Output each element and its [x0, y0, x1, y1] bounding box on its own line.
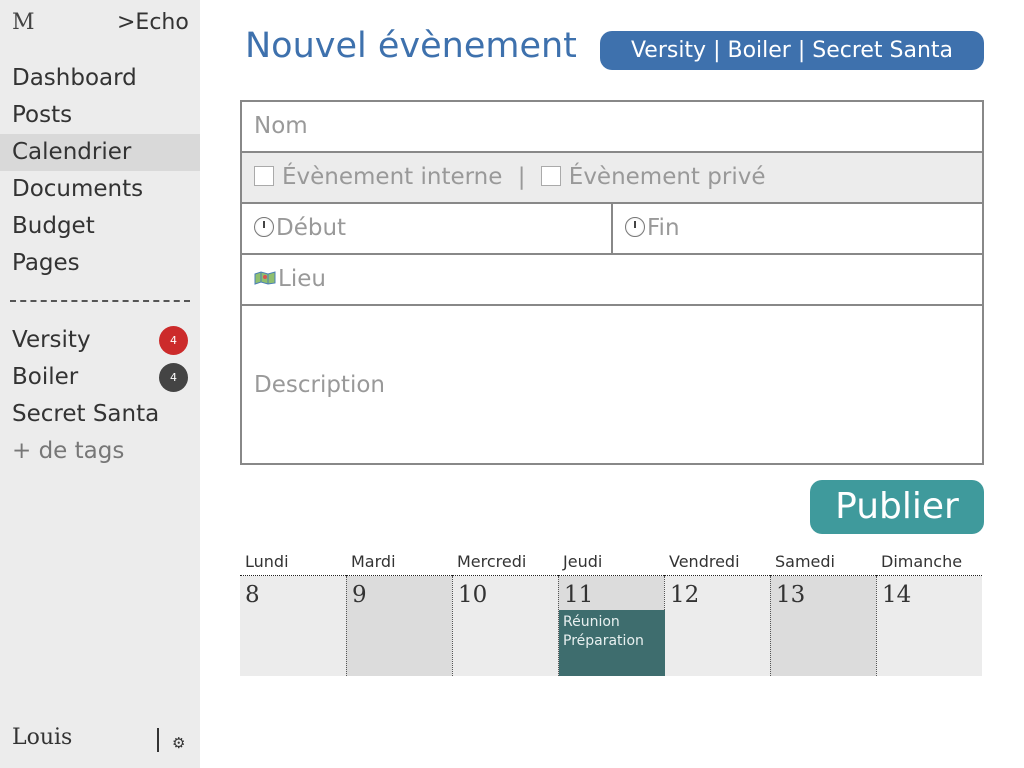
- sidebar: M >Echo Dashboard Posts Calendrier Docum…: [0, 0, 200, 768]
- calendar-day-samedi: Samedi 13: [770, 548, 876, 678]
- day-header: Mercredi: [452, 548, 558, 576]
- app-brand[interactable]: >Echo: [117, 10, 189, 35]
- date-separator: [611, 204, 613, 253]
- day-header: Lundi: [240, 548, 346, 576]
- event-title-line1: Réunion: [563, 614, 620, 630]
- name-input[interactable]: Nom: [254, 102, 308, 151]
- week-calendar: Lundi 8 Mardi 9 Mercredi 10 Jeudi 11 Ven…: [240, 548, 984, 678]
- gear-icon[interactable]: ⚙: [172, 734, 185, 752]
- options-row: Évènement interne | Évènement privé: [242, 153, 982, 204]
- calendar-day-mercredi: Mercredi 10: [452, 548, 558, 678]
- sidebar-tag-secret-santa[interactable]: Secret Santa: [0, 396, 200, 433]
- tag-label: Versity: [12, 327, 91, 353]
- day-header: Jeudi: [558, 548, 664, 576]
- description-input[interactable]: Description: [254, 361, 385, 410]
- user-name[interactable]: Louis: [12, 725, 72, 750]
- day-number: 12: [670, 582, 700, 608]
- day-header: Dimanche: [876, 548, 982, 576]
- options-separator: |: [517, 164, 526, 190]
- user-separator: [157, 728, 159, 752]
- day-cell[interactable]: 10: [452, 576, 558, 676]
- calendar-day-lundi: Lundi 8: [240, 548, 346, 678]
- day-number: 11: [564, 582, 594, 608]
- location-placeholder: Lieu: [278, 266, 326, 292]
- start-date-placeholder: Début: [276, 215, 347, 241]
- sidebar-tags: Versity 4 Boiler 4 Secret Santa + de tag…: [0, 322, 200, 470]
- location-input[interactable]: Lieu: [254, 255, 326, 304]
- calendar-day-dimanche: Dimanche 14: [876, 548, 982, 678]
- calendar-day-mardi: Mardi 9: [346, 548, 452, 678]
- private-event-label: Évènement privé: [568, 164, 766, 190]
- event-options: Évènement interne | Évènement privé: [254, 153, 765, 202]
- private-event-checkbox[interactable]: [540, 166, 561, 186]
- event-title-line2: Préparation: [563, 633, 644, 649]
- day-number: 14: [882, 582, 912, 608]
- sidebar-tag-boiler[interactable]: Boiler 4: [0, 359, 200, 396]
- day-cell[interactable]: 12: [664, 576, 770, 676]
- publish-button[interactable]: Publier: [810, 480, 984, 534]
- location-row: Lieu: [242, 255, 982, 306]
- tag-label: Boiler: [12, 364, 79, 390]
- map-icon: [254, 271, 276, 285]
- sidebar-item-calendrier[interactable]: Calendrier: [0, 134, 200, 171]
- day-header: Mardi: [346, 548, 452, 576]
- tag-count-badge: 4: [159, 363, 188, 392]
- end-date-placeholder: Fin: [647, 215, 680, 241]
- internal-event-label: Évènement interne: [282, 164, 503, 190]
- clock-icon: [254, 217, 274, 237]
- end-date-input[interactable]: Fin: [625, 204, 980, 253]
- sidebar-item-dashboard[interactable]: Dashboard: [0, 60, 200, 97]
- internal-event-checkbox[interactable]: [254, 166, 274, 186]
- day-number: 9: [352, 582, 367, 608]
- calendar-event[interactable]: Réunion Préparation: [559, 610, 665, 676]
- sidebar-item-documents[interactable]: Documents: [0, 171, 200, 208]
- sidebar-item-budget[interactable]: Budget: [0, 208, 200, 245]
- day-number: 8: [245, 582, 260, 608]
- sidebar-tag-versity[interactable]: Versity 4: [0, 322, 200, 359]
- day-number: 13: [776, 582, 806, 608]
- start-date-input[interactable]: Début: [254, 204, 609, 253]
- tag-count-badge: 4: [159, 326, 188, 355]
- description-row: Description: [242, 306, 982, 463]
- clock-icon: [625, 217, 645, 237]
- day-header: Samedi: [770, 548, 876, 576]
- sidebar-item-posts[interactable]: Posts: [0, 97, 200, 134]
- event-form: Nom Évènement interne | Évènement privé …: [240, 100, 984, 465]
- app-logo[interactable]: M: [12, 10, 35, 35]
- more-tags-link[interactable]: + de tags: [0, 433, 200, 470]
- day-cell[interactable]: 8: [240, 576, 346, 676]
- sidebar-item-pages[interactable]: Pages: [0, 245, 200, 282]
- page-title: Nouvel évènement: [245, 26, 577, 66]
- calendar-day-vendredi: Vendredi 12: [664, 548, 770, 678]
- sidebar-nav: Dashboard Posts Calendrier Documents Bud…: [0, 60, 200, 282]
- day-cell[interactable]: 9: [346, 576, 452, 676]
- dates-row: Début Fin: [242, 204, 982, 255]
- sidebar-divider: [10, 300, 190, 302]
- selected-tags-pill[interactable]: Versity | Boiler | Secret Santa: [600, 31, 984, 70]
- day-number: 10: [458, 582, 488, 608]
- tag-label: Secret Santa: [12, 401, 160, 427]
- name-row: Nom: [242, 102, 982, 153]
- day-cell[interactable]: 13: [770, 576, 876, 676]
- day-cell[interactable]: 14: [876, 576, 982, 676]
- day-header: Vendredi: [664, 548, 770, 576]
